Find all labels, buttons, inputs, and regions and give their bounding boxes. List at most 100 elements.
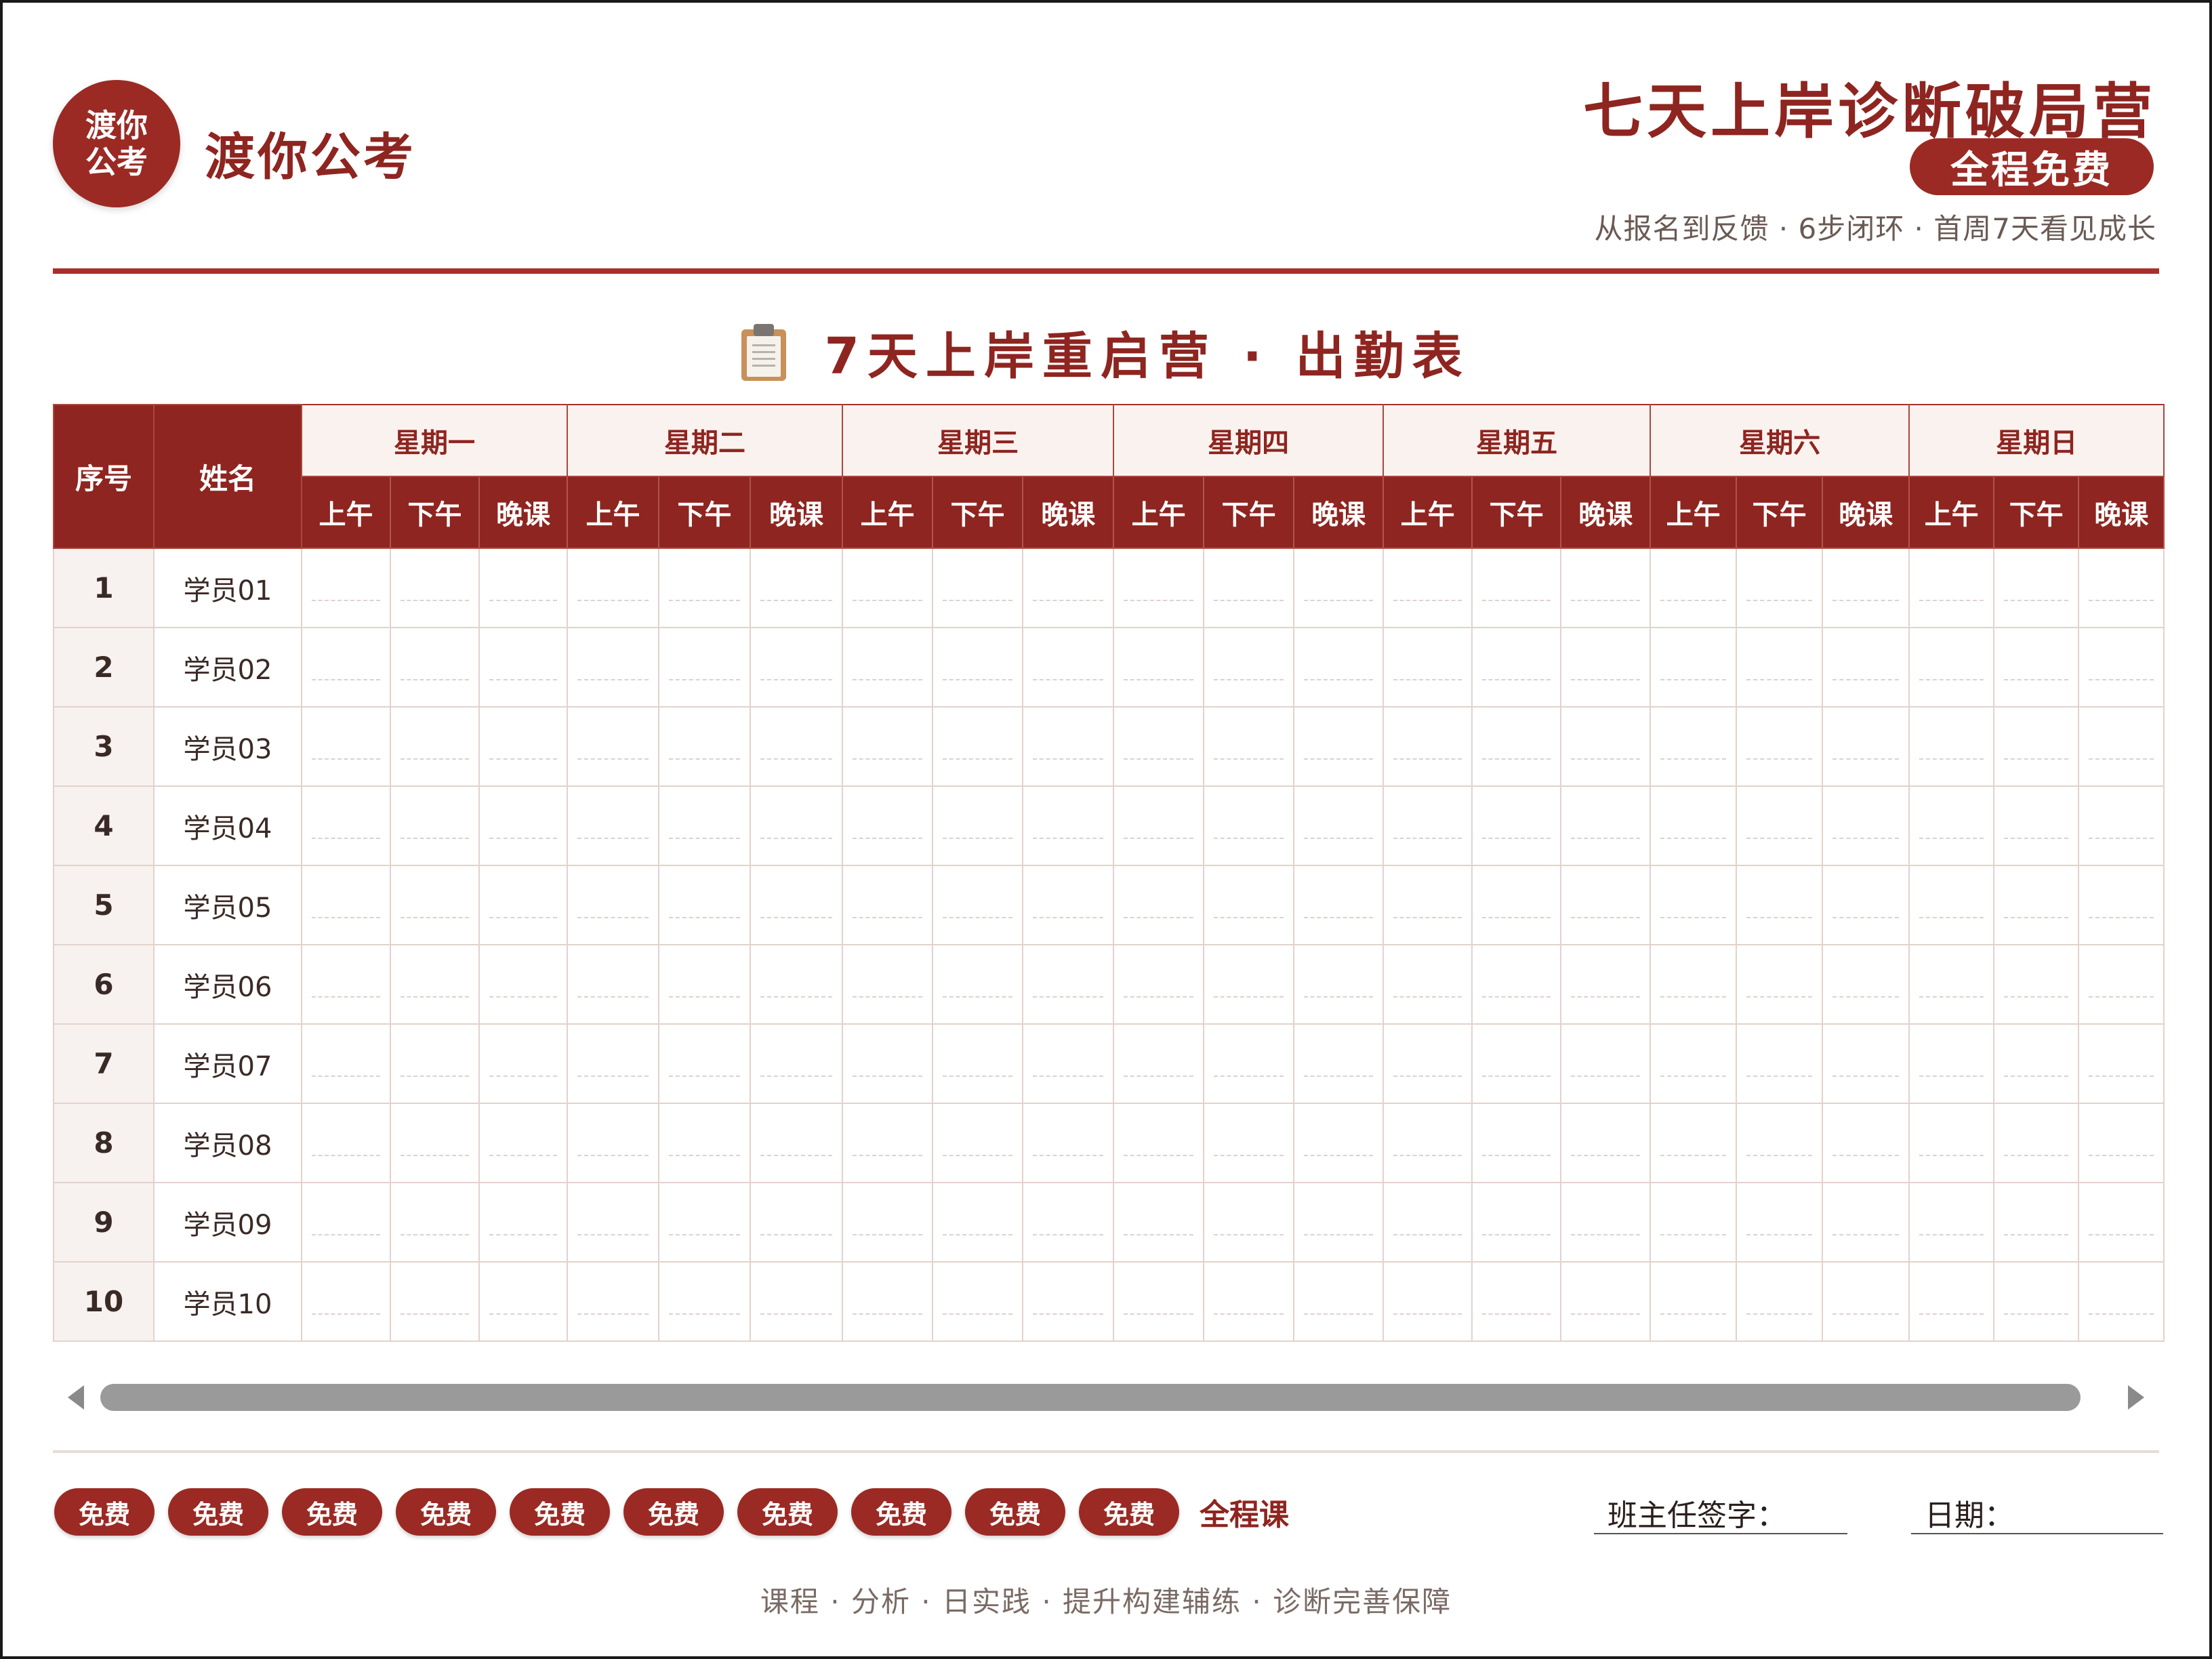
attendance-cell[interactable] (750, 1182, 844, 1263)
attendance-cell[interactable] (1203, 1182, 1295, 1263)
attendance-cell[interactable] (1113, 944, 1205, 1025)
attendance-cell[interactable] (390, 1103, 480, 1183)
attendance-cell[interactable] (567, 944, 660, 1025)
attendance-cell[interactable] (1382, 627, 1473, 708)
attendance-cell[interactable] (478, 1103, 569, 1183)
attendance-cell[interactable] (2078, 706, 2165, 787)
attendance-cell[interactable] (390, 706, 480, 787)
attendance-cell[interactable] (842, 865, 934, 945)
attendance-cell[interactable] (1560, 785, 1652, 866)
attendance-cell[interactable] (390, 785, 480, 866)
attendance-cell[interactable] (750, 785, 844, 866)
attendance-cell[interactable] (1560, 865, 1652, 945)
attendance-cell[interactable] (301, 1023, 391, 1104)
attendance-cell[interactable] (1908, 944, 1995, 1025)
attendance-cell[interactable] (567, 785, 660, 866)
attendance-cell[interactable] (478, 1261, 569, 1342)
attendance-cell[interactable] (1560, 1182, 1652, 1263)
attendance-cell[interactable] (390, 1023, 480, 1104)
attendance-cell[interactable] (1293, 706, 1385, 787)
attendance-cell[interactable] (932, 548, 1024, 628)
attendance-cell[interactable] (1650, 706, 1738, 787)
attendance-cell[interactable] (390, 548, 480, 628)
attendance-cell[interactable] (1113, 1261, 1205, 1342)
attendance-cell[interactable] (1203, 1261, 1295, 1342)
attendance-cell[interactable] (750, 627, 844, 708)
attendance-cell[interactable] (1908, 785, 1995, 866)
attendance-cell[interactable] (1471, 706, 1562, 787)
attendance-cell[interactable] (1650, 548, 1738, 628)
attendance-cell[interactable] (1736, 1023, 1824, 1104)
attendance-cell[interactable] (1022, 1261, 1115, 1342)
attendance-cell[interactable] (1908, 865, 1995, 945)
attendance-cell[interactable] (658, 944, 752, 1025)
teacher-signature-line[interactable] (1594, 1533, 1847, 1534)
attendance-cell[interactable] (2078, 865, 2165, 945)
attendance-cell[interactable] (1382, 1261, 1473, 1342)
attendance-cell[interactable] (1293, 1023, 1385, 1104)
attendance-cell[interactable] (1736, 785, 1824, 866)
attendance-cell[interactable] (1993, 706, 2080, 787)
attendance-cell[interactable] (750, 1261, 844, 1342)
attendance-cell[interactable] (1560, 1103, 1652, 1183)
attendance-cell[interactable] (1822, 548, 1910, 628)
attendance-cell[interactable] (1736, 548, 1824, 628)
attendance-cell[interactable] (1471, 865, 1562, 945)
attendance-cell[interactable] (932, 627, 1024, 708)
attendance-cell[interactable] (842, 1182, 934, 1263)
attendance-cell[interactable] (932, 865, 1024, 945)
attendance-cell[interactable] (1293, 785, 1385, 866)
date-line[interactable] (1911, 1533, 2163, 1534)
attendance-cell[interactable] (1736, 944, 1824, 1025)
attendance-cell[interactable] (1382, 1182, 1473, 1263)
attendance-cell[interactable] (1203, 627, 1295, 708)
attendance-cell[interactable] (1022, 1103, 1115, 1183)
scrollbar-thumb[interactable] (100, 1384, 2081, 1411)
attendance-cell[interactable] (1822, 944, 1910, 1025)
attendance-cell[interactable] (1908, 548, 1995, 628)
attendance-cell[interactable] (1650, 627, 1738, 708)
attendance-cell[interactable] (1471, 1182, 1562, 1263)
attendance-cell[interactable] (750, 706, 844, 787)
attendance-cell[interactable] (1022, 548, 1115, 628)
attendance-cell[interactable] (301, 1261, 391, 1342)
attendance-cell[interactable] (1993, 1023, 2080, 1104)
attendance-cell[interactable] (1113, 1023, 1205, 1104)
attendance-cell[interactable] (390, 627, 480, 708)
attendance-cell[interactable] (1993, 785, 2080, 866)
attendance-cell[interactable] (1650, 1261, 1738, 1342)
attendance-cell[interactable] (1650, 1103, 1738, 1183)
attendance-cell[interactable] (658, 548, 752, 628)
attendance-cell[interactable] (478, 627, 569, 708)
attendance-cell[interactable] (842, 1261, 934, 1342)
attendance-cell[interactable] (1471, 1261, 1562, 1342)
attendance-cell[interactable] (1022, 1023, 1115, 1104)
attendance-cell[interactable] (1113, 865, 1205, 945)
attendance-cell[interactable] (1382, 1103, 1473, 1183)
attendance-cell[interactable] (1908, 1023, 1995, 1104)
attendance-cell[interactable] (478, 865, 569, 945)
attendance-cell[interactable] (1022, 944, 1115, 1025)
attendance-cell[interactable] (750, 548, 844, 628)
attendance-cell[interactable] (1022, 627, 1115, 708)
attendance-cell[interactable] (1650, 1182, 1738, 1263)
attendance-cell[interactable] (1822, 1261, 1910, 1342)
attendance-cell[interactable] (1560, 706, 1652, 787)
attendance-cell[interactable] (1022, 785, 1115, 866)
attendance-cell[interactable] (1993, 1182, 2080, 1263)
attendance-cell[interactable] (658, 865, 752, 945)
attendance-cell[interactable] (1736, 627, 1824, 708)
attendance-cell[interactable] (1293, 1261, 1385, 1342)
attendance-cell[interactable] (842, 1103, 934, 1183)
attendance-cell[interactable] (1908, 1261, 1995, 1342)
attendance-cell[interactable] (750, 865, 844, 945)
attendance-cell[interactable] (1022, 706, 1115, 787)
attendance-cell[interactable] (842, 548, 934, 628)
attendance-cell[interactable] (390, 1182, 480, 1263)
attendance-cell[interactable] (478, 548, 569, 628)
attendance-cell[interactable] (1650, 944, 1738, 1025)
attendance-cell[interactable] (1908, 1103, 1995, 1183)
attendance-cell[interactable] (932, 1103, 1024, 1183)
attendance-cell[interactable] (1822, 1023, 1910, 1104)
attendance-cell[interactable] (301, 548, 391, 628)
